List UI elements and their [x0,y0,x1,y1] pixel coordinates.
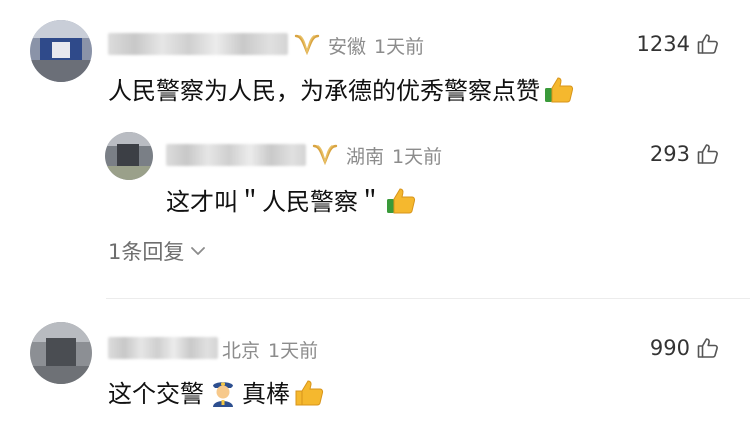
avatar[interactable] [105,132,153,180]
comment-1: 安徽 1天前 1234 人民警察为人民，为承德的优秀警察点赞 [0,0,750,120]
comment-meta: 安徽 1天前 [328,32,424,59]
comment-divider [106,298,750,299]
comment-time: 1天前 [374,36,425,58]
reply-text: 这才叫＂人民警察＂ [166,182,416,217]
vip-badge-icon [294,34,320,55]
reply-1: 湖南 1天前 293 这才叫＂人民警察＂ [0,120,750,230]
expand-replies-button[interactable]: 1条回复 [108,236,206,266]
username-blurred[interactable] [108,33,288,55]
like-count: 990 [649,336,690,360]
comment-body-end: 真棒 [242,380,290,408]
comment-text: 人民警察为人民，为承德的优秀警察点赞 [108,71,574,106]
comment-2: 北京 1天前 990 这个交警 真棒 [0,300,750,431]
reply-location: 湖南 [346,146,385,168]
expand-replies-label: 1条回复 [108,240,185,264]
comment-meta: 北京 1天前 [222,336,318,363]
thumbs-up-emoji [387,187,416,213]
thumb-up-icon [697,144,718,164]
thumbs-up-emoji [295,379,324,405]
like-button[interactable]: 1234 [637,32,720,56]
comment-body: 人民警察为人民，为承德的优秀警察点赞 [108,77,540,105]
username-blurred[interactable] [108,337,218,359]
comment-location: 北京 [222,340,261,362]
like-button[interactable]: 990 [650,336,720,360]
reply-meta: 湖南 1天前 [346,142,442,169]
police-officer-emoji [213,381,233,407]
like-count: 293 [649,142,690,166]
reply-body: 这才叫＂人民警察＂ [166,188,382,216]
comment-time: 1天前 [268,340,319,362]
avatar[interactable] [30,20,92,82]
comment-text: 这个交警 真棒 [108,374,324,409]
comment-location: 安徽 [328,36,367,58]
thumbs-up-emoji [545,76,574,102]
like-count: 1234 [636,32,690,56]
reply-time: 1天前 [392,146,443,168]
chevron-down-icon [191,247,206,255]
thumb-up-icon [697,34,718,54]
like-button[interactable]: 293 [650,142,720,166]
thumb-up-icon [697,338,718,358]
username-blurred[interactable] [166,144,306,166]
avatar[interactable] [30,322,92,384]
vip-badge-icon [312,144,338,165]
comment-body-start: 这个交警 [108,380,204,408]
